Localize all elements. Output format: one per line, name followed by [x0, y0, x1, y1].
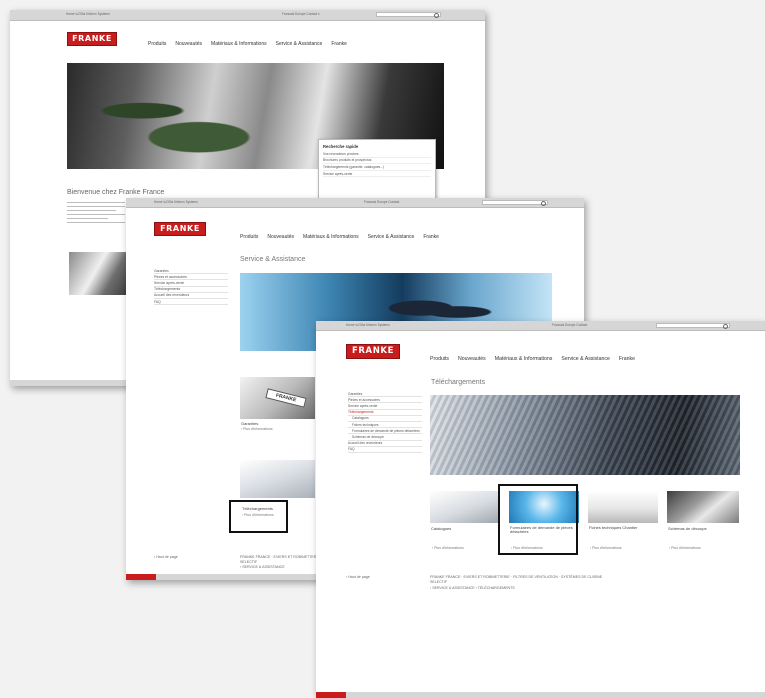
utility-links[interactable]: Francais Europe Contact: [552, 323, 587, 327]
card-image: [667, 491, 739, 523]
top-utility-bar: Home \u203a Kitchen Systems Francais Eur…: [126, 198, 584, 208]
nav-item-service[interactable]: Service & Assistance: [368, 234, 415, 240]
nav-item-produits[interactable]: Produits: [148, 41, 166, 47]
quick-search-item[interactable]: Téléchargements (garantie, catalogues...…: [323, 164, 431, 171]
card-image: [240, 460, 315, 498]
nav-item-service[interactable]: Service & Assistance: [276, 41, 323, 47]
nav-item-materiaux[interactable]: Matériaux & Informations: [303, 234, 359, 240]
nav-item-franke[interactable]: Franke: [423, 234, 439, 240]
utility-links[interactable]: Francais Europe Contact ▾: [282, 12, 320, 16]
main-nav: Produits Nouveautés Matériaux & Informat…: [148, 41, 347, 47]
welcome-heading: Bienvenue chez Franke France: [67, 189, 165, 196]
nav-item-franke[interactable]: Franke: [619, 356, 635, 362]
nav-item-nouveautes[interactable]: Nouveautés: [175, 41, 202, 47]
nav-item-franke[interactable]: Franke: [331, 41, 347, 47]
back-to-top-link[interactable]: ‹ Haut de page: [154, 555, 178, 559]
footer-text: FRANKE FRANCE · EVIERS ET ROBINETTERIE: [240, 555, 320, 559]
breadcrumb[interactable]: Home \u203a Kitchen Systems: [154, 200, 198, 204]
more-info-link[interactable]: › Plus d'informations: [241, 427, 273, 431]
bottom-bar: [316, 692, 765, 698]
card-label: Garanties: [241, 421, 259, 426]
nav-item-produits[interactable]: Produits: [430, 356, 449, 362]
top-utility-bar: Home \u203a Kitchen Systems Francais Eur…: [316, 321, 765, 331]
quick-search-item[interactable]: Brochures produits et prospectus: [323, 158, 431, 165]
highlight-box: [229, 500, 288, 533]
card-label: Schémas de découpe: [668, 526, 707, 531]
search-input[interactable]: [376, 12, 441, 18]
sidebar-item[interactable]: FAQ: [154, 299, 228, 306]
card-schemas-decoupe[interactable]: Schémas de découpe › Plus d'informations: [667, 491, 739, 556]
franke-badge-image: FRANKE: [265, 388, 307, 408]
nav-item-produits[interactable]: Produits: [240, 234, 258, 240]
quick-search-panel: Recherche rapide Vos revendeurs proches …: [318, 139, 436, 202]
more-info-link[interactable]: › Plus d'informations: [432, 546, 464, 550]
nav-item-service[interactable]: Service & Assistance: [561, 356, 609, 362]
quick-search-item[interactable]: Service après-vente: [323, 171, 431, 178]
more-info-link[interactable]: › Plus d'informations: [669, 546, 701, 550]
back-to-top-link[interactable]: ‹ Haut de page: [346, 575, 370, 579]
sidebar-item[interactable]: FAQ: [348, 447, 422, 453]
nav-item-materiaux[interactable]: Matériaux & Informations: [211, 41, 267, 47]
nav-item-materiaux[interactable]: Matériaux & Informations: [495, 356, 553, 362]
top-utility-bar: Home \u203a Kitchen Systems Francais Eur…: [10, 10, 485, 21]
main-nav: Produits Nouveautés Matériaux & Informat…: [240, 234, 439, 240]
card-catalogues[interactable]: Catalogues › Plus d'informations: [430, 491, 500, 556]
hero-image-keyboard: [430, 395, 740, 475]
breadcrumb[interactable]: Home \u203a Kitchen Systems: [346, 323, 390, 327]
franke-logo[interactable]: FRANKE: [67, 32, 117, 46]
card-fiches-techniques[interactable]: Fiches techniques Chantier › Plus d'info…: [588, 491, 658, 556]
quick-search-title: Recherche rapide: [323, 144, 359, 149]
franke-logo[interactable]: FRANKE: [154, 222, 206, 236]
page-title: Téléchargements: [431, 379, 486, 386]
nav-item-nouveautes[interactable]: Nouveautés: [267, 234, 294, 240]
card-label: Catalogues: [431, 526, 452, 531]
footer-text-2: SELECTIF: [240, 560, 258, 564]
more-info-link[interactable]: › Plus d'informations: [590, 546, 622, 550]
bottom-bar-accent: [126, 574, 156, 580]
teaser-image[interactable]: [69, 252, 128, 295]
bottom-bar-accent: [316, 692, 346, 698]
card-image: [588, 491, 658, 523]
page-title: Service & Assistance: [240, 256, 306, 263]
card-image: [430, 491, 500, 523]
search-input[interactable]: [656, 323, 730, 329]
footer-links[interactable]: › SERVICE & ASSISTANCE › TÉLÉCHARGEMENTS: [430, 586, 515, 590]
highlight-box: [498, 484, 578, 555]
franke-logo[interactable]: FRANKE: [346, 344, 400, 359]
breadcrumb[interactable]: Home \u203a Kitchen Systems: [66, 12, 110, 16]
window-telechargements: Home \u203a Kitchen Systems Francais Eur…: [316, 321, 765, 698]
utility-links[interactable]: Francais Europe Contact: [364, 200, 399, 204]
quick-search-item[interactable]: Vos revendeurs proches: [323, 151, 431, 158]
footer-links[interactable]: › SERVICE & ASSISTANCE: [240, 565, 285, 569]
nav-item-nouveautes[interactable]: Nouveautés: [458, 356, 486, 362]
card-image: FRANKE: [240, 377, 315, 419]
sidebar-nav: Garanties Pièces et accessoires Service …: [154, 268, 228, 306]
search-input[interactable]: [482, 200, 548, 206]
footer-text-2: SELECTIF: [430, 580, 448, 584]
footer-text: FRANKE FRANCE · EVIERS ET ROBINETTERIE ·…: [430, 575, 603, 579]
sidebar-nav: Garanties Pièces et accessoires Service …: [348, 391, 422, 453]
card-garanties[interactable]: FRANKE Garanties › Plus d'informations: [240, 377, 315, 437]
card-label: Fiches techniques Chantier: [589, 525, 638, 530]
main-nav: Produits Nouveautés Matériaux & Informat…: [430, 356, 635, 362]
intro-text-block: [67, 202, 125, 226]
